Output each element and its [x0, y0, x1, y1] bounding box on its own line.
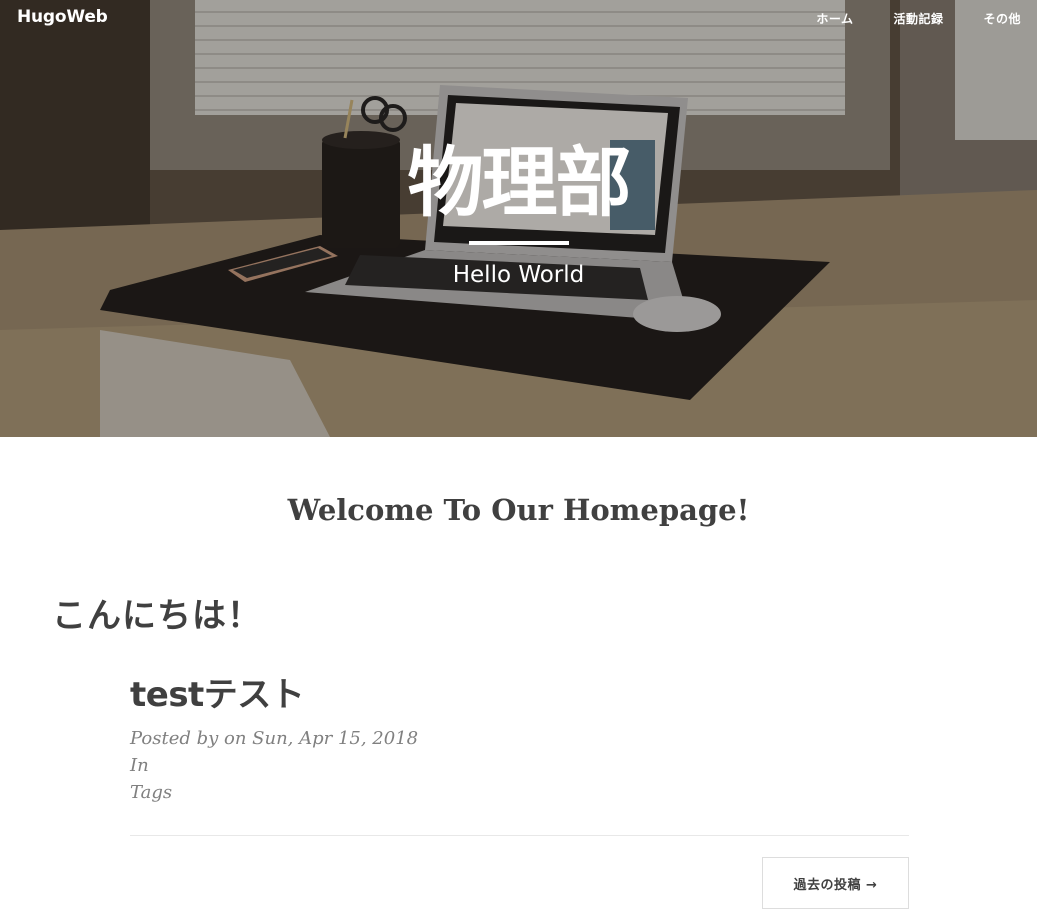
- post-meta-tags: Tags: [130, 782, 173, 803]
- welcome-heading: Welcome To Our Homepage!: [287, 493, 750, 527]
- brand-logo-link[interactable]: HugoWeb: [17, 7, 108, 27]
- post-meta-categories: In: [130, 755, 149, 776]
- nav-item-other[interactable]: その他: [983, 10, 1021, 27]
- nav-item-activity-log[interactable]: 活動記録: [893, 10, 943, 27]
- hero-subtitle: Hello World: [452, 262, 585, 288]
- older-posts-button[interactable]: 過去の投稿 →: [762, 857, 909, 909]
- post-title-link[interactable]: testテスト: [130, 672, 305, 718]
- hero-divider: [469, 241, 569, 245]
- post-divider: [130, 835, 909, 836]
- hero-header: HugoWeb ホーム 活動記録 その他 物理部 Hello World: [0, 0, 1037, 437]
- nav-item-home[interactable]: ホーム: [816, 10, 853, 27]
- main-nav: ホーム 活動記録 その他: [776, 10, 1021, 27]
- post-meta-posted: Posted by on Sun, Apr 15, 2018: [130, 728, 419, 749]
- greeting-heading: こんにちは！: [52, 596, 262, 636]
- hero-title: 物理部: [407, 138, 632, 227]
